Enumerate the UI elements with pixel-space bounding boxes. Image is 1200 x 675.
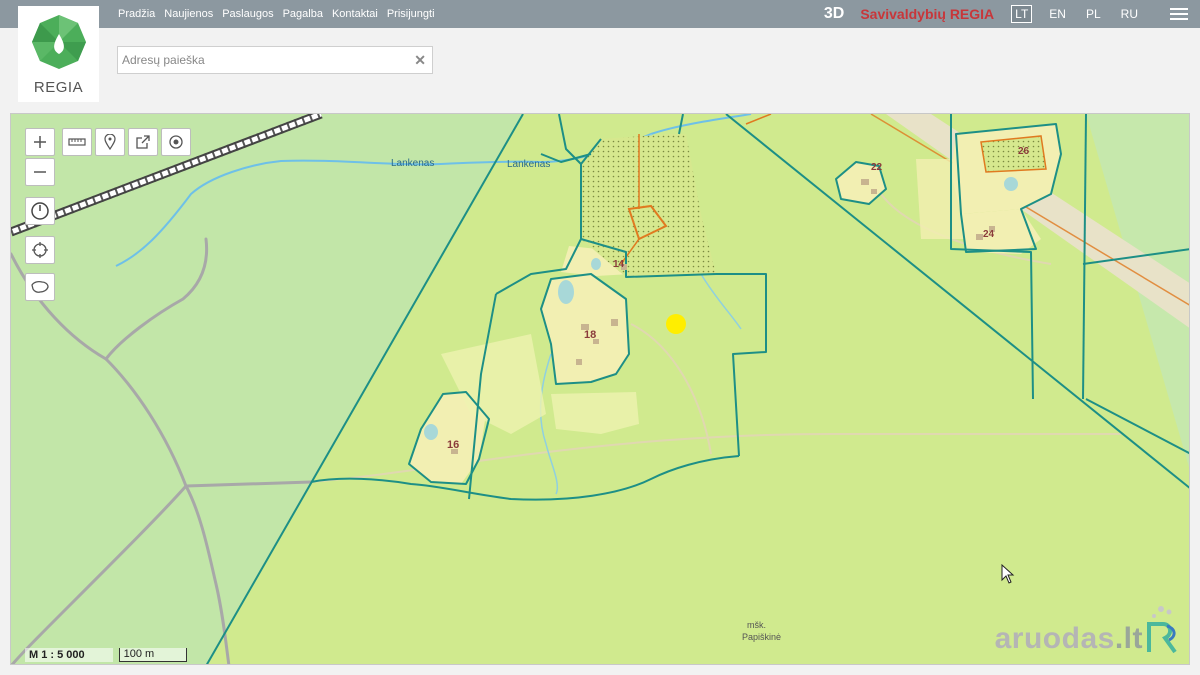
clear-search-icon[interactable]: ✕	[414, 52, 426, 69]
zoom-in-button[interactable]	[25, 128, 55, 156]
target-button[interactable]	[161, 128, 191, 156]
logo-text: REGIA	[33, 79, 84, 96]
lang-en[interactable]: EN	[1046, 6, 1069, 22]
measure-button[interactable]	[62, 128, 92, 156]
zoom-out-button[interactable]	[25, 158, 55, 186]
nav-login[interactable]: Prisijungti	[387, 8, 435, 20]
watermark: aruodas .lt	[995, 604, 1179, 656]
regia-logo-icon	[32, 15, 86, 69]
parcel-label-22: 22	[871, 162, 883, 173]
top-bar: Pradžia Naujienos Paslaugos Pagalba Kont…	[0, 0, 1200, 28]
lang-pl[interactable]: PL	[1083, 6, 1104, 22]
plus-icon	[34, 136, 46, 148]
location-marker	[666, 314, 686, 334]
map-scale: M 1 : 5 000 100 m	[25, 647, 187, 663]
right-nav: 3D Savivaldybių REGIA LT EN PL RU	[824, 0, 1200, 28]
region-button[interactable]	[25, 273, 55, 301]
history-button[interactable]	[25, 197, 55, 225]
minus-icon	[34, 171, 46, 173]
scale-ratio: M 1 : 5 000	[25, 648, 113, 662]
scale-bar: 100 m	[118, 648, 187, 662]
watermark-text: aruodas	[994, 622, 1115, 655]
marker-button[interactable]	[95, 128, 125, 156]
brand-title: Savivaldybių REGIA	[860, 6, 995, 22]
main-nav: Pradžia Naujienos Paslaugos Pagalba Kont…	[118, 0, 435, 28]
clock-icon	[31, 202, 49, 220]
lithuania-outline-icon	[31, 280, 49, 293]
forest-name-label: Papiškinė	[742, 632, 782, 642]
lang-ru[interactable]: RU	[1118, 6, 1141, 22]
pin-icon	[104, 134, 116, 150]
parcel-26-orange	[980, 135, 1047, 173]
parcel-label-16: 16	[447, 439, 460, 451]
watermark-suffix: .lt	[1114, 622, 1143, 655]
share-icon	[136, 135, 150, 149]
mouse-cursor-icon	[1001, 564, 1015, 584]
parcel-label-14: 14	[613, 259, 625, 270]
parcel-label-18: 18	[584, 329, 597, 341]
nav-news[interactable]: Naujienos	[164, 8, 213, 20]
parcel-label-24: 24	[983, 229, 995, 240]
river-label-east: Lankenas	[507, 159, 551, 170]
address-search: ✕	[117, 46, 433, 74]
menu-icon[interactable]	[1170, 8, 1188, 20]
map-view[interactable]: Lankenas Lankenas 18 16 14 22 24 26 mšk.…	[10, 113, 1190, 665]
share-button[interactable]	[128, 128, 158, 156]
aruodas-logo-icon	[1147, 606, 1177, 654]
target-icon	[169, 135, 183, 149]
search-input[interactable]	[118, 47, 408, 73]
logo[interactable]: REGIA	[18, 6, 99, 102]
river-label-west: Lankenas	[391, 158, 435, 169]
ruler-icon	[68, 138, 86, 146]
crosshair-icon	[32, 242, 48, 258]
nav-services[interactable]: Paslaugos	[222, 8, 273, 20]
nav-contacts[interactable]: Kontaktai	[332, 8, 378, 20]
parcel-label-26: 26	[1018, 146, 1030, 157]
lang-lt[interactable]: LT	[1011, 5, 1033, 23]
nav-help[interactable]: Pagalba	[283, 8, 323, 20]
locate-button[interactable]	[25, 236, 55, 264]
3d-button[interactable]: 3D	[824, 5, 844, 23]
nav-home[interactable]: Pradžia	[118, 8, 155, 20]
forest-label: mšk.	[747, 620, 766, 630]
